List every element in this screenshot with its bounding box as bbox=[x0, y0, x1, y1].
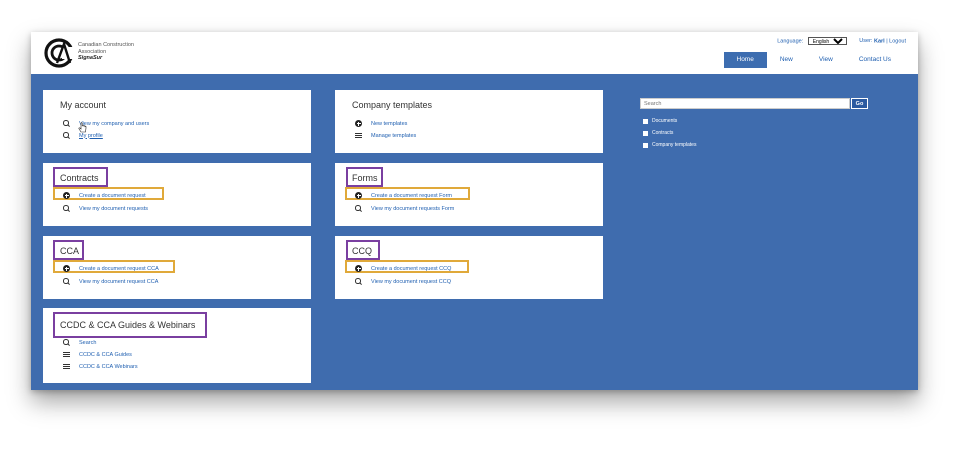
link-label: Create a document request CCQ bbox=[371, 265, 452, 272]
view-document-requests-form-link[interactable]: View my document requests Form bbox=[355, 205, 454, 212]
logout-link[interactable]: Logout bbox=[889, 38, 906, 44]
link-label: View my document requests bbox=[79, 205, 148, 212]
search-icon bbox=[63, 205, 70, 212]
link-label: CCDC & CCA Webinars bbox=[79, 363, 138, 370]
filter-label: Company templates bbox=[652, 142, 697, 148]
link-label: View my document request CCA bbox=[79, 278, 159, 285]
plus-circle-icon bbox=[63, 265, 70, 272]
search-icon bbox=[63, 132, 70, 139]
new-templates-link[interactable]: New templates bbox=[355, 120, 407, 127]
nav-home[interactable]: Home bbox=[723, 52, 767, 68]
card-title: CCQ bbox=[352, 246, 372, 256]
card-title: Contracts bbox=[60, 173, 99, 183]
create-document-request-cca-link[interactable]: Create a document request CCA bbox=[63, 265, 159, 272]
nav-view[interactable]: View bbox=[806, 52, 846, 68]
app-window: Canadian Construction Association SignaS… bbox=[31, 32, 918, 390]
view-company-users-link[interactable]: View my company and users bbox=[63, 120, 149, 127]
view-document-requests-link[interactable]: View my document requests bbox=[63, 205, 148, 212]
user-name[interactable]: Karl bbox=[874, 38, 885, 44]
checkbox[interactable] bbox=[643, 142, 648, 148]
link-label: View my company and users bbox=[79, 120, 150, 127]
search-icon bbox=[355, 205, 362, 212]
search-icon bbox=[63, 278, 70, 285]
cca-logo-icon bbox=[44, 38, 74, 68]
link-label: View my document requests Form bbox=[371, 205, 455, 212]
link-label: Manage templates bbox=[371, 132, 417, 139]
view-document-request-ccq-link[interactable]: View my document request CCQ bbox=[355, 278, 451, 285]
plus-circle-icon bbox=[355, 265, 362, 272]
dashboard: My account View my company and users My … bbox=[31, 74, 918, 390]
manage-templates-link[interactable]: Manage templates bbox=[355, 132, 416, 139]
list-icon bbox=[63, 351, 70, 358]
checkbox[interactable] bbox=[643, 118, 648, 124]
link-label: View my document request CCQ bbox=[371, 278, 451, 285]
filter-company-templates[interactable]: Company templates bbox=[643, 142, 696, 148]
plus-circle-icon bbox=[355, 120, 362, 127]
card-title: CCDC & CCA Guides & Webinars bbox=[60, 320, 196, 330]
user-bar: Language: English User: Karl | Logout bbox=[777, 37, 906, 45]
brand-name: SignaSur bbox=[78, 55, 103, 61]
plus-circle-icon bbox=[355, 192, 362, 199]
ccdc-cca-guides-link[interactable]: CCDC & CCA Guides bbox=[63, 351, 132, 358]
card-title: Forms bbox=[352, 173, 378, 183]
language-label: Language: bbox=[777, 38, 804, 45]
search-icon bbox=[63, 120, 70, 127]
filter-label: Documents bbox=[652, 118, 678, 124]
card-ccq: CCQ Create a document request CCQ View m… bbox=[335, 236, 603, 299]
separator: | bbox=[886, 38, 888, 45]
create-document-request-form-link[interactable]: Create a document request Form bbox=[355, 192, 452, 199]
create-document-request-link[interactable]: Create a document request bbox=[63, 192, 146, 199]
link-label: Create a document request CCA bbox=[79, 265, 159, 272]
org-name: Canadian Construction Association SignaS… bbox=[78, 42, 134, 62]
link-label: Create a document request bbox=[79, 192, 146, 199]
card-cca: CCA Create a document request CCA View m… bbox=[43, 236, 311, 299]
card-title: CCA bbox=[60, 246, 80, 256]
org-line1: Canadian Construction bbox=[78, 42, 134, 48]
filter-documents[interactable]: Documents bbox=[643, 118, 677, 124]
card-contracts: Contracts Create a document request View… bbox=[43, 163, 311, 226]
guides-search-link[interactable]: Search bbox=[63, 339, 96, 346]
link-label: Create a document request Form bbox=[371, 192, 453, 199]
search-input[interactable] bbox=[640, 98, 850, 109]
checkbox[interactable] bbox=[643, 130, 648, 136]
nav-contact[interactable]: Contact Us bbox=[846, 52, 904, 68]
link-label: CCDC & CCA Guides bbox=[79, 351, 132, 358]
create-document-request-ccq-link[interactable]: Create a document request CCQ bbox=[355, 265, 451, 272]
list-icon bbox=[63, 363, 70, 370]
header: Canadian Construction Association SignaS… bbox=[31, 32, 918, 74]
nav-new[interactable]: New bbox=[767, 52, 806, 68]
filter-label: Contracts bbox=[652, 130, 674, 136]
main-nav: Home New View Contact Us bbox=[723, 52, 905, 68]
ccdc-cca-webinars-link[interactable]: CCDC & CCA Webinars bbox=[63, 363, 138, 370]
plus-circle-icon bbox=[63, 192, 70, 199]
card-guides-webinars: CCDC & CCA Guides & Webinars Search CCDC… bbox=[43, 308, 311, 383]
link-label: Search bbox=[79, 339, 97, 346]
search-icon bbox=[63, 339, 70, 346]
hand-cursor-icon bbox=[78, 122, 87, 133]
card-title: Company templates bbox=[352, 100, 433, 110]
go-button[interactable]: Go bbox=[851, 98, 868, 109]
card-title: My account bbox=[60, 100, 107, 110]
user-label: User: bbox=[859, 38, 873, 45]
link-label: New templates bbox=[371, 120, 408, 127]
search-icon bbox=[355, 278, 362, 285]
list-icon bbox=[355, 132, 362, 139]
card-company-templates: Company templates New templates Manage t… bbox=[335, 90, 603, 153]
view-document-request-cca-link[interactable]: View my document request CCA bbox=[63, 278, 158, 285]
language-select[interactable]: English bbox=[807, 37, 847, 45]
filter-contracts[interactable]: Contracts bbox=[643, 130, 673, 136]
card-forms: Forms Create a document request Form Vie… bbox=[335, 163, 603, 226]
